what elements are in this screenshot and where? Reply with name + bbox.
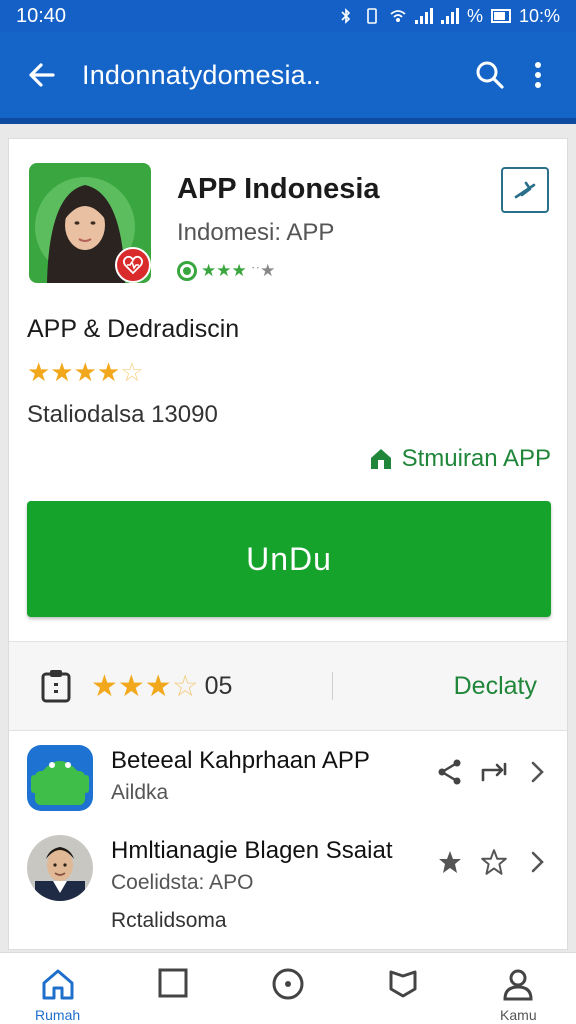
quick-action-button[interactable]: [501, 167, 549, 213]
section-title: APP & Dedradiscin: [27, 315, 240, 343]
vibrate-icon: [367, 8, 377, 24]
person-icon: [503, 969, 533, 1001]
stats-divider: [332, 672, 334, 700]
square-icon: [158, 968, 188, 998]
list-item-actions: [435, 757, 553, 787]
wifi-icon: [390, 10, 406, 22]
mini-rating-stars: ★★★: [201, 261, 247, 280]
nav-home[interactable]: Rumah: [18, 967, 98, 1023]
clipboard-icon: [39, 668, 73, 704]
list-item-subtitle: Coelidsta: APO: [111, 871, 254, 894]
stats-row: ★★★☆ 05 Declaty: [9, 641, 567, 731]
battery-level: 10:%: [518, 5, 560, 26]
more-vert-icon: [535, 62, 541, 88]
nav-home-label: Rumah: [35, 1007, 81, 1023]
battery-icon: [490, 9, 511, 23]
store-link[interactable]: Stmuiran APP: [368, 445, 551, 473]
share-icon[interactable]: [435, 757, 465, 787]
repost-icon[interactable]: [479, 757, 509, 787]
list-item[interactable]: Hmltianagie Blagen Ssaiat Coelidsta: APO…: [9, 835, 567, 945]
store-link-label: Stmuiran APP: [401, 445, 551, 472]
list-item-text: Hmltianagie Blagen Ssaiat Coelidsta: APO…: [111, 837, 393, 933]
list-item[interactable]: Beteeal Kahprhaan APP Aildka: [9, 745, 567, 845]
rating-stars: ★★★★☆: [27, 357, 144, 388]
chevron-right-icon[interactable]: [523, 757, 553, 787]
stats-stars: ★★★☆: [91, 669, 199, 704]
nav-profile[interactable]: Kamu: [478, 967, 558, 1023]
more-options-button[interactable]: [514, 51, 562, 99]
nav-profile-label: Kamu: [500, 1007, 537, 1023]
list-item-subtitle: Aildka: [111, 781, 169, 804]
status-icons: % 10:%: [337, 6, 560, 27]
mini-rating: ★★★ ˑˑ★: [177, 261, 275, 281]
rating-count: 05: [204, 671, 233, 700]
rating-dot-icon: [177, 261, 197, 281]
app-icon: [29, 163, 151, 283]
app-detail-card: APP Indonesia Indomesi: APP ★★★ ˑˑ★ APP …: [8, 138, 568, 950]
app-name: APP Indonesia: [177, 173, 380, 205]
app-developer: Indomesi: APP: [177, 219, 335, 246]
chevron-right-icon[interactable]: [523, 847, 553, 877]
app-bar: Indonnatydomesia..: [0, 32, 576, 124]
list-item-extra: Rctalidsoma: [111, 909, 227, 932]
person-avatar: [27, 835, 93, 901]
bookmark-shield-icon: [389, 970, 417, 998]
nav-bookmark[interactable]: [363, 967, 443, 1005]
store-icon: [370, 449, 391, 469]
list-item-title: Hmltianagie Blagen Ssaiat: [111, 837, 393, 864]
circle-target-icon: [272, 968, 304, 1000]
list-item-actions: [435, 847, 553, 877]
search-icon: [476, 61, 504, 89]
back-arrow-icon: [29, 63, 55, 87]
download-button[interactable]: UnDu: [27, 501, 551, 617]
stats-stars-empty: ☆: [171, 669, 199, 703]
back-button[interactable]: [14, 47, 70, 103]
percent-sign: %: [466, 5, 483, 26]
app-badge: [115, 247, 151, 283]
heart-pulse-icon: [122, 255, 144, 275]
search-button[interactable]: [466, 51, 514, 99]
list-item-text: Beteeal Kahprhaan APP Aildka: [111, 747, 370, 805]
nav-circle[interactable]: [248, 967, 328, 1007]
nav-square[interactable]: [133, 967, 213, 1005]
mini-rating-rest: ˑˑ★: [250, 261, 276, 280]
list-item-title: Beteeal Kahprhaan APP: [111, 747, 370, 774]
bottom-navigation: Rumah Kamu: [0, 952, 576, 1024]
signal-icon-2: [440, 8, 459, 24]
signal-icon: [414, 8, 433, 24]
details-link[interactable]: Declaty: [454, 672, 537, 701]
star-filled-icon[interactable]: [435, 847, 465, 877]
status-time: 10:40: [16, 4, 67, 27]
download-count: Staliodalsa 13090: [27, 401, 218, 428]
star-outline-icon[interactable]: [479, 847, 509, 877]
bluetooth-icon: [341, 8, 351, 24]
rating-stars-empty: ☆: [120, 357, 144, 387]
stats-stars-full: ★★★: [91, 669, 172, 703]
rating-stars-full: ★★★★: [27, 357, 121, 387]
android-app-icon: [27, 745, 93, 811]
app-bar-title: Indonnatydomesia..: [82, 59, 322, 90]
status-bar: 10:40 % 10:%: [0, 0, 576, 32]
airplane-icon: [514, 181, 536, 199]
home-icon: [42, 969, 74, 1000]
